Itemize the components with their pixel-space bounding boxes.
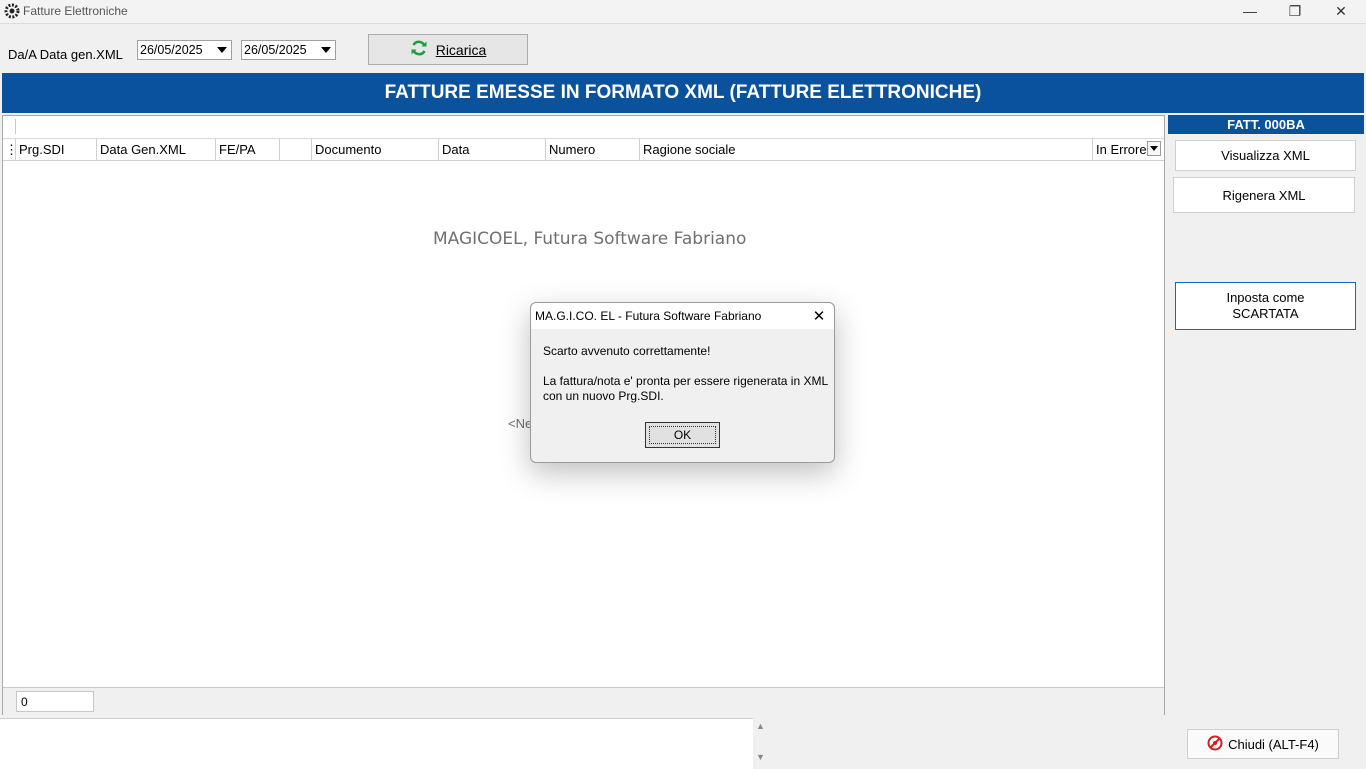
reload-button[interactable]: Ricarica	[368, 34, 528, 65]
dialog-message-1: Scarto avvenuto correttamente!	[543, 344, 711, 358]
reload-label: Ricarica	[435, 41, 487, 58]
col-documento[interactable]: Documento	[311, 139, 438, 160]
dialog-ok-label: OK	[648, 426, 717, 444]
view-xml-button[interactable]: Visualizza XML	[1175, 140, 1356, 171]
app-gear-icon	[4, 3, 20, 19]
col-ragione-sociale[interactable]: Ragione sociale	[639, 139, 1092, 160]
set-rejected-label-line2: SCARTATA	[1232, 306, 1299, 321]
row-selector-icon[interactable]: ⋮	[3, 139, 18, 160]
empty-grid-text: <Ne	[508, 416, 533, 431]
minimize-button[interactable]: —	[1227, 0, 1273, 22]
row-count-field: 0	[16, 691, 94, 712]
dialog-close-icon[interactable]: ✕	[809, 306, 829, 326]
date-from-picker[interactable]: 26/05/2025	[137, 40, 232, 60]
grid-group-bar	[3, 116, 1164, 139]
col-blank[interactable]	[279, 139, 311, 160]
refresh-icon	[410, 39, 428, 60]
chevron-down-icon[interactable]	[213, 41, 231, 59]
scroll-up-icon[interactable]: ▲	[756, 721, 765, 731]
close-window-button[interactable]: ✕	[1318, 0, 1364, 22]
restore-button[interactable]: ❐	[1272, 0, 1318, 22]
date-to-picker[interactable]: 26/05/2025	[241, 40, 336, 60]
set-rejected-button[interactable]: Inposta come SCARTATA	[1175, 282, 1356, 330]
col-fe-pa[interactable]: FE/PA	[215, 139, 279, 160]
watermark-text: MAGICOEL, Futura Software Fabriano	[433, 229, 747, 249]
regenerate-xml-button[interactable]: Rigenera XML	[1173, 177, 1355, 213]
set-rejected-label-line1: Inposta come	[1226, 290, 1305, 305]
column-chooser-dropdown[interactable]	[1147, 141, 1161, 156]
col-numero[interactable]: Numero	[545, 139, 639, 160]
col-prg-sdi[interactable]: Prg.SDI	[15, 139, 96, 160]
stop-icon	[1207, 735, 1223, 754]
col-data[interactable]: Data	[438, 139, 545, 160]
page-banner: FATTURE EMESSE IN FORMATO XML (FATTURE E…	[2, 73, 1364, 113]
col-data-gen-xml[interactable]: Data Gen.XML	[96, 139, 215, 160]
col-in-errore[interactable]: In Errore	[1092, 139, 1147, 160]
title-bar: Fatture Elettroniche — ❐ ✕	[0, 0, 1366, 24]
message-dialog: MA.G.I.CO. EL - Futura Software Fabriano…	[530, 302, 835, 463]
grid-header: ⋮ Prg.SDI Data Gen.XML FE/PA Documento D…	[3, 139, 1164, 161]
side-panel-title: FATT. 000BA	[1168, 115, 1364, 134]
close-app-label: Chiudi (ALT-F4)	[1228, 736, 1319, 752]
scroll-down-icon[interactable]: ▼	[756, 752, 765, 762]
dialog-title-bar: MA.G.I.CO. EL - Futura Software Fabriano…	[531, 303, 834, 329]
notes-text-area[interactable]	[0, 718, 753, 769]
dialog-message-2: La fattura/nota e' pronta per essere rig…	[543, 374, 829, 388]
dialog-ok-button[interactable]: OK	[645, 422, 720, 448]
chevron-down-icon[interactable]	[317, 41, 335, 59]
dialog-title: MA.G.I.CO. EL - Futura Software Fabriano	[535, 309, 762, 323]
date-to-value: 26/05/2025	[244, 43, 307, 57]
date-from-value: 26/05/2025	[140, 43, 203, 57]
window-title: Fatture Elettroniche	[23, 4, 128, 18]
grid-footer: 0	[3, 687, 1164, 715]
dialog-message-3: con un nuovo Prg.SDI.	[543, 389, 664, 403]
close-app-button[interactable]: Chiudi (ALT-F4)	[1187, 729, 1339, 759]
date-range-label: Da/A Data gen.XML	[8, 47, 123, 62]
